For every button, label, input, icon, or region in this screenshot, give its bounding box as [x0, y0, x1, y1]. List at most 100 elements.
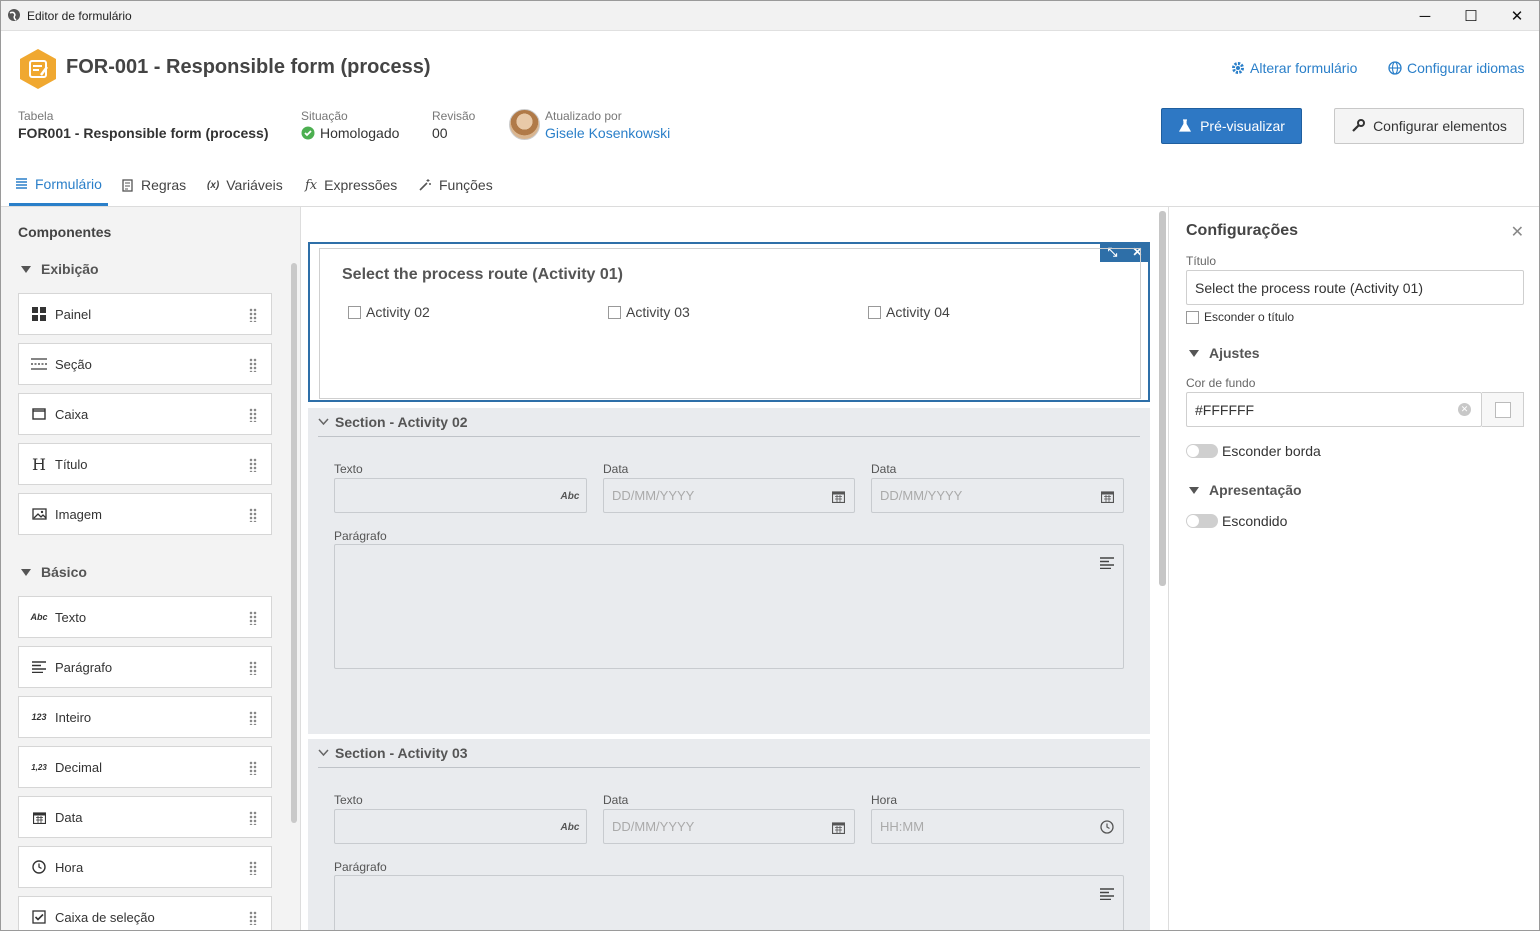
option-activity-03[interactable]: Activity 03	[608, 304, 690, 320]
component-painel[interactable]: Painel	[18, 293, 272, 335]
selected-checkbox-field[interactable]: ⤡ ✕ Select the process route (Activity 0…	[308, 242, 1150, 402]
component-hora[interactable]: Hora	[18, 846, 272, 888]
hidden-label: Escondido	[1222, 513, 1288, 529]
checkbox[interactable]	[608, 305, 621, 319]
field-label: Texto	[334, 793, 363, 807]
magic-wand-icon	[419, 179, 431, 191]
section-activity-03: Section - Activity 03 Texto Abc Data DD/…	[308, 739, 1150, 930]
tab-label: Regras	[141, 177, 187, 193]
group-basico-toggle[interactable]: Básico	[21, 564, 87, 580]
section-header[interactable]: Section - Activity 02	[318, 408, 1140, 437]
function-icon: fx	[305, 177, 318, 193]
maximize-button[interactable]: ☐	[1448, 1, 1494, 31]
date-placeholder: DD/MM/YYYY	[612, 488, 695, 503]
date-placeholder: DD/MM/YYYY	[880, 488, 963, 503]
drag-handle-icon[interactable]	[249, 811, 257, 825]
title-input-value: Select the process route (Activity 01)	[1195, 279, 1423, 296]
field-label: Texto	[334, 462, 363, 476]
paragraph-icon	[1099, 555, 1115, 571]
sidebar-scrollbar[interactable]	[291, 263, 297, 823]
clear-icon[interactable]: ✕	[1458, 403, 1471, 416]
date-field[interactable]: DD/MM/YYYY	[871, 478, 1124, 513]
section-activity-02: Section - Activity 02 Texto Abc Data DD/…	[308, 408, 1150, 734]
drag-handle-icon[interactable]	[249, 661, 257, 675]
drag-handle-icon[interactable]	[249, 911, 257, 925]
tab-regras[interactable]: Regras	[115, 164, 192, 206]
section-title: Section - Activity 03	[335, 745, 468, 761]
globe-icon	[1388, 61, 1402, 75]
text-icon: Abc	[560, 821, 580, 833]
component-imagem[interactable]: Imagem	[18, 493, 272, 535]
configure-languages-link[interactable]: Configurar idiomas	[1388, 60, 1525, 76]
paragraph-icon	[31, 659, 47, 675]
component-paragrafo[interactable]: Parágrafo	[18, 646, 272, 688]
component-caixa[interactable]: Caixa	[18, 393, 272, 435]
hidden-toggle[interactable]	[1186, 514, 1218, 528]
clock-icon[interactable]	[1099, 819, 1115, 835]
preview-button[interactable]: Pré-visualizar	[1161, 108, 1302, 144]
tab-variaveis[interactable]: (x) Variáveis	[201, 164, 289, 206]
configure-elements-button[interactable]: Configurar elementos	[1334, 108, 1524, 144]
minimize-button[interactable]: ─	[1402, 1, 1448, 31]
section-header[interactable]: Section - Activity 03	[318, 739, 1140, 768]
bg-color-input[interactable]: #FFFFFF ✕	[1186, 392, 1482, 427]
drag-handle-icon[interactable]	[249, 308, 257, 322]
drag-handle-icon[interactable]	[249, 711, 257, 725]
component-label: Inteiro	[55, 709, 92, 725]
hide-title-checkbox[interactable]	[1186, 310, 1199, 324]
close-settings-icon[interactable]: ✕	[1511, 222, 1524, 242]
component-decimal[interactable]: 1,23 Decimal	[18, 746, 272, 788]
box-icon	[31, 406, 47, 422]
calendar-icon[interactable]	[830, 819, 846, 835]
tab-expressoes[interactable]: fx Expressões	[299, 164, 403, 206]
text-field[interactable]: Abc	[334, 478, 587, 513]
adjustments-group-toggle[interactable]: Ajustes	[1189, 345, 1260, 361]
drag-handle-icon[interactable]	[249, 861, 257, 875]
component-secao[interactable]: Seção	[18, 343, 272, 385]
change-form-link[interactable]: Alterar formulário	[1231, 60, 1357, 76]
image-icon	[31, 506, 47, 522]
paragraph-field[interactable]	[334, 544, 1124, 669]
presentation-group-toggle[interactable]: Apresentação	[1189, 482, 1302, 498]
component-inteiro[interactable]: 123 Inteiro	[18, 696, 272, 738]
flask-icon	[1179, 119, 1192, 132]
tab-formulario[interactable]: Formulário	[9, 164, 108, 206]
section-icon	[31, 356, 47, 372]
calendar-icon[interactable]	[830, 488, 846, 504]
drag-handle-icon[interactable]	[249, 408, 257, 422]
checkbox[interactable]	[868, 305, 881, 319]
updated-by-link[interactable]: Gisele Kosenkowski	[545, 125, 670, 141]
paragraph-icon	[1099, 886, 1115, 902]
component-data[interactable]: Data	[18, 796, 272, 838]
hide-border-toggle[interactable]	[1186, 444, 1218, 458]
time-field[interactable]: HH:MM	[871, 809, 1124, 844]
checkbox[interactable]	[348, 305, 361, 319]
option-activity-04[interactable]: Activity 04	[868, 304, 950, 320]
group-exibicao-toggle[interactable]: Exibição	[21, 261, 99, 277]
canvas-scrollbar[interactable]	[1159, 211, 1166, 586]
date-field[interactable]: DD/MM/YYYY	[603, 478, 855, 513]
component-caixa-de-selecao[interactable]: Caixa de seleção	[18, 896, 272, 930]
calendar-icon[interactable]	[1099, 488, 1115, 504]
hide-title-option[interactable]: Esconder o título	[1186, 310, 1294, 324]
drag-handle-icon[interactable]	[249, 358, 257, 372]
drag-handle-icon[interactable]	[249, 611, 257, 625]
close-window-button[interactable]: ✕	[1494, 1, 1539, 31]
field-label: Data	[603, 793, 629, 807]
checkbox-icon	[31, 909, 47, 925]
tab-label: Formulário	[35, 175, 102, 192]
option-activity-02[interactable]: Activity 02	[348, 304, 430, 320]
date-field[interactable]: DD/MM/YYYY	[603, 809, 855, 844]
drag-handle-icon[interactable]	[249, 458, 257, 472]
title-input[interactable]: Select the process route (Activity 01)	[1186, 270, 1524, 305]
color-picker-button[interactable]	[1482, 392, 1524, 427]
drag-handle-icon[interactable]	[249, 508, 257, 522]
paragraph-field[interactable]	[334, 875, 1124, 930]
component-texto[interactable]: Abc Texto	[18, 596, 272, 638]
form-logo-icon	[20, 49, 56, 89]
text-field[interactable]: Abc	[334, 809, 587, 844]
drag-handle-icon[interactable]	[249, 761, 257, 775]
tab-funcoes[interactable]: Funções	[412, 164, 499, 206]
component-titulo[interactable]: H Título	[18, 443, 272, 485]
title-field-label: Título	[1186, 254, 1217, 268]
